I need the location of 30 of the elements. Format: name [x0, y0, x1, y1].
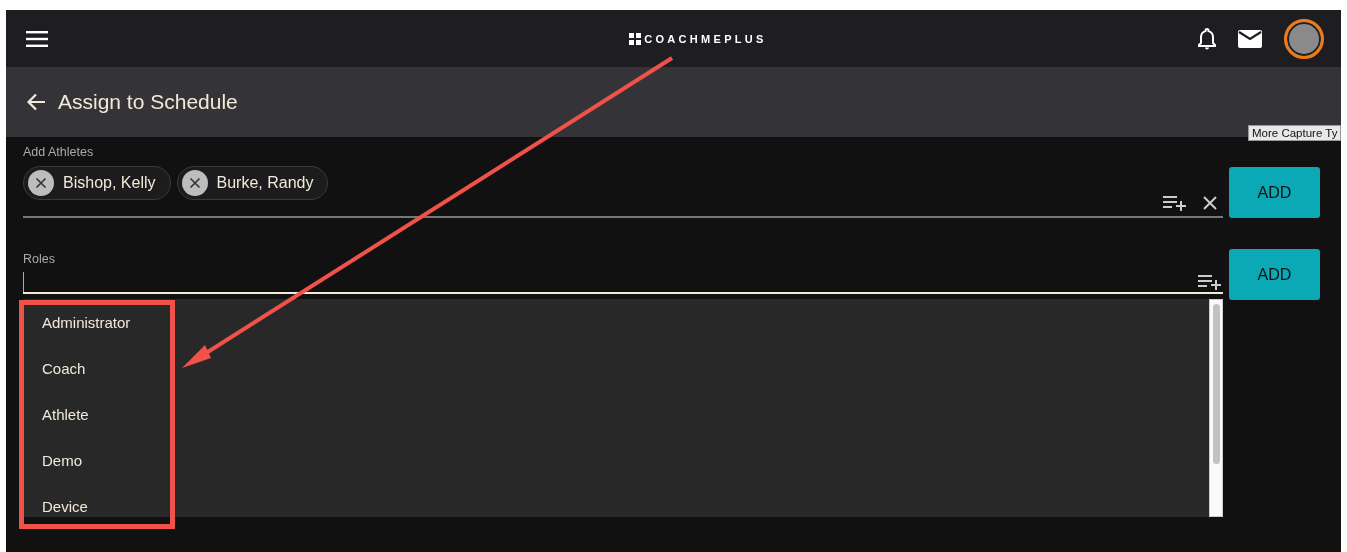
- athlete-chip[interactable]: Burke, Randy: [176, 166, 329, 200]
- mail-icon[interactable]: [1238, 29, 1262, 48]
- menu-option[interactable]: Coach: [42, 351, 131, 397]
- scrollbar-thumb[interactable]: [1212, 304, 1220, 464]
- text-cursor: [23, 272, 26, 292]
- playlist-add-icon[interactable]: [1163, 195, 1187, 211]
- bell-icon[interactable]: [1198, 27, 1216, 50]
- menu-option[interactable]: Demo: [42, 443, 131, 489]
- logo-text: COACHMEPLUS: [644, 32, 767, 45]
- add-button[interactable]: ADD: [1229, 249, 1320, 300]
- logo-icon: [629, 32, 642, 45]
- avatar[interactable]: [1284, 18, 1324, 59]
- menu-icon[interactable]: [26, 30, 48, 47]
- athlete-chip[interactable]: Bishop, Kelly: [23, 166, 171, 200]
- menu-option[interactable]: Athlete: [42, 397, 131, 443]
- page-title: Assign to Schedule: [58, 90, 238, 114]
- roles-field[interactable]: Roles: [23, 251, 1223, 294]
- add-button[interactable]: ADD: [1229, 167, 1320, 218]
- menu-option[interactable]: Administrator: [42, 305, 131, 351]
- tooltip: More Capture Ty: [1248, 125, 1341, 141]
- athletes-field[interactable]: Add Athletes Bishop, Kelly Burke, Randy: [23, 144, 1223, 218]
- close-icon[interactable]: [1203, 196, 1217, 210]
- remove-icon[interactable]: [28, 170, 54, 196]
- back-arrow-icon[interactable]: [26, 93, 46, 111]
- field-label: Roles: [23, 252, 56, 266]
- field-label: Add Athletes: [23, 145, 95, 159]
- remove-icon[interactable]: [181, 170, 208, 196]
- scrollbar[interactable]: [1209, 299, 1223, 517]
- menu-option[interactable]: Device: [42, 489, 131, 535]
- playlist-add-icon[interactable]: [1198, 274, 1222, 290]
